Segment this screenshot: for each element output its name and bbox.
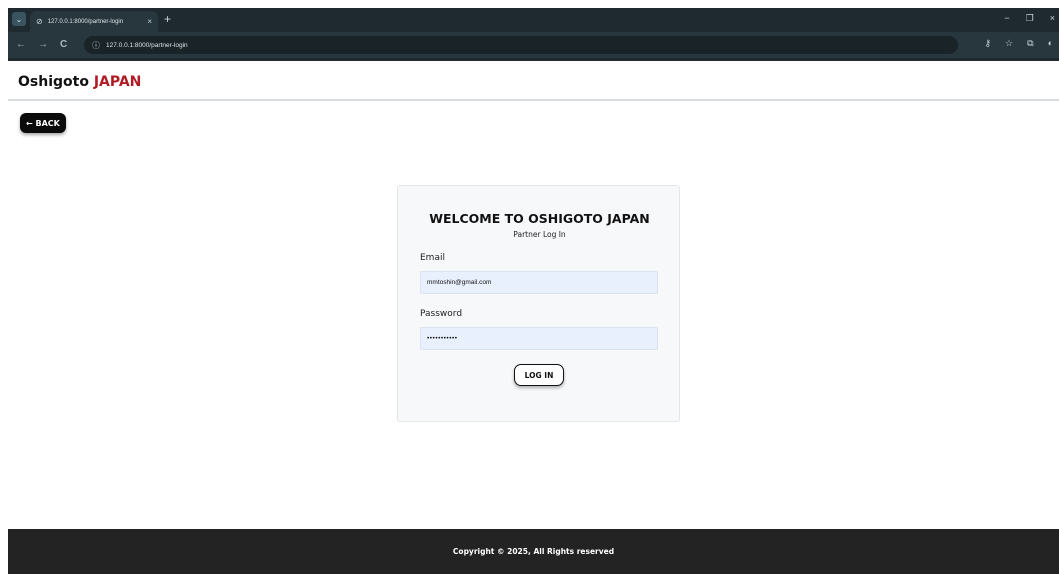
copyright-text: Copyright © 2025, All Rights reserved — [452, 547, 615, 556]
web-page: Oshigoto JAPAN ← BACK WELCOME TO OSHIGOT… — [8, 61, 1059, 574]
address-bar[interactable]: ⓘ 127.0.0.1:8000/partner-login — [84, 36, 958, 54]
email-label: Email — [420, 253, 445, 263]
login-subtitle: Partner Log In — [513, 230, 566, 239]
site-header: Oshigoto JAPAN — [8, 61, 1059, 101]
bookmark-star-icon[interactable]: ☆ — [1005, 38, 1013, 49]
address-url: 127.0.0.1:8000/partner-login — [106, 41, 188, 49]
extensions-icon[interactable]: ⧉ — [1027, 38, 1033, 49]
restore-icon[interactable]: ❐ — [1026, 13, 1034, 24]
page-status-icon: ⊘ — [36, 17, 43, 26]
password-key-icon[interactable]: ⚷ — [984, 38, 991, 49]
brand-main: Oshigoto — [18, 74, 89, 90]
back-arrow-icon[interactable]: ← — [16, 39, 26, 50]
window-edge — [0, 0, 8, 574]
email-field[interactable]: mmtoshin@gmail.com — [420, 271, 658, 294]
tab-title: 127.0.0.1:8000/partner-login — [47, 18, 124, 25]
minimize-icon[interactable]: − — [1004, 13, 1009, 24]
site-logo[interactable]: Oshigoto JAPAN — [18, 74, 141, 90]
reload-icon[interactable]: C — [60, 39, 67, 50]
new-tab-icon[interactable]: + — [164, 12, 171, 26]
password-field[interactable]: ••••••••••• — [420, 327, 658, 350]
login-title: WELCOME TO OSHIGOTO JAPAN — [429, 211, 650, 226]
site-info-icon[interactable]: ⓘ — [92, 40, 100, 51]
tab-close-icon[interactable]: × — [147, 17, 152, 26]
profile-icon[interactable]: ◐ — [1048, 38, 1053, 49]
close-window-icon[interactable]: × — [1050, 13, 1055, 24]
site-footer: Copyright © 2025, All Rights reserved — [8, 529, 1059, 574]
browser-window: ⌄ ⊘ 127.0.0.1:8000/partner-login × + − ❐… — [8, 8, 1059, 574]
browser-tab[interactable]: ⊘ 127.0.0.1:8000/partner-login × — [30, 11, 158, 32]
login-button[interactable]: LOG IN — [514, 364, 564, 386]
password-label: Password — [420, 309, 463, 319]
forward-arrow-icon[interactable]: → — [38, 39, 48, 50]
tab-strip: ⌄ ⊘ 127.0.0.1:8000/partner-login × + − ❐… — [8, 8, 1059, 32]
brand-accent: JAPAN — [93, 74, 142, 90]
tab-search-icon[interactable]: ⌄ — [12, 12, 26, 26]
window-controls: − ❐ × — [1004, 13, 1055, 24]
browser-toolbar: ← → C ⓘ 127.0.0.1:8000/partner-login ⚷ ☆… — [8, 32, 1059, 58]
login-card: WELCOME TO OSHIGOTO JAPAN Partner Log In… — [397, 185, 680, 422]
screen: ⌄ ⊘ 127.0.0.1:8000/partner-login × + − ❐… — [0, 0, 1059, 574]
toolbar-actions: ⚷ ☆ ⧉ ◐ — [984, 38, 1053, 49]
back-button[interactable]: ← BACK — [20, 113, 66, 133]
